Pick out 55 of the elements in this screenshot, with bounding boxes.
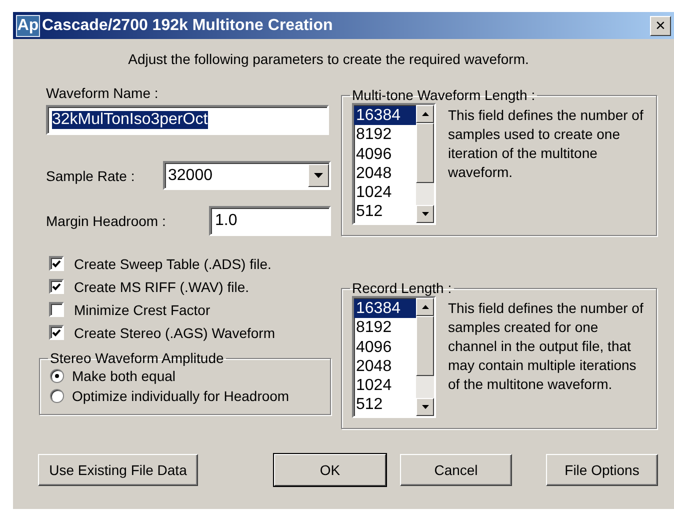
checkbox[interactable]	[49, 279, 64, 294]
checkbox[interactable]	[49, 256, 64, 271]
field-label: Margin Headroom :	[46, 213, 166, 229]
description-text: This field defines the number of samples created for one channel in the output file, that may contain multiple iterations of the multitone waveform.	[448, 299, 644, 394]
list-item[interactable]: 2048	[354, 164, 416, 184]
field-label: Sample Rate :	[46, 168, 135, 184]
checkbox-label: Create MS RIFF (.WAV) file.	[74, 278, 250, 294]
group-title: Record Length :	[351, 280, 453, 296]
list-item[interactable]: 2048	[354, 356, 416, 376]
scroll-down-icon	[422, 212, 428, 216]
group-title: Multi-tone Waveform Length :	[351, 87, 536, 103]
list-item[interactable]: 8192	[354, 318, 416, 338]
waveform-name-field[interactable]: 32kMulTonIso3perOct	[46, 105, 329, 135]
length-listbox[interactable]: 16384 8192 4096 2048 1024 512	[352, 296, 436, 418]
close-button[interactable]: ×	[650, 16, 671, 36]
checkbox-label: Minimize Crest Factor	[74, 302, 210, 318]
list-item[interactable]: 8192	[354, 125, 416, 145]
checkmark-icon	[52, 328, 61, 336]
radio-button[interactable]	[50, 389, 64, 403]
length-listbox[interactable]: 16384 8192 4096 2048 1024 512	[352, 103, 436, 225]
scrollbar[interactable]	[416, 105, 434, 223]
list-item[interactable]: 512	[354, 202, 416, 222]
checkmark-icon	[52, 282, 61, 290]
field-label: Waveform Name :	[46, 85, 160, 101]
dialog-button[interactable]: Cancel	[400, 454, 512, 486]
checkbox-label: Create Stereo (.AGS) Waveform	[74, 324, 275, 340]
dialog-button[interactable]: Use Existing File Data	[38, 454, 198, 486]
list-item[interactable]: 512	[354, 395, 416, 415]
scroll-up-icon	[422, 305, 428, 309]
dialog-button[interactable]: OK	[274, 454, 386, 486]
app-icon: Ap	[16, 14, 40, 36]
radio-label: Optimize individually for Headroom	[72, 388, 290, 404]
list-item[interactable]: 4096	[354, 338, 416, 357]
list-item[interactable]: 1024	[354, 376, 416, 396]
checkmark-icon	[52, 260, 61, 268]
description-text: This field defines the number of samples used to create one iteration of the multitone waveform.	[448, 106, 644, 182]
radio-button[interactable]	[50, 369, 64, 383]
checkbox-label: Create Sweep Table (.ADS) file.	[74, 256, 272, 272]
checkbox[interactable]	[49, 325, 64, 340]
list-item[interactable]: 16384	[354, 106, 416, 126]
list-item[interactable]: 1024	[354, 183, 416, 202]
instructions-text: Adjust the following parameters to create the required waveform.	[127, 51, 530, 69]
dropdown-arrow-icon	[314, 173, 323, 178]
dialog-button[interactable]: File Options	[546, 454, 658, 486]
list-item[interactable]: 4096	[354, 144, 416, 164]
window-title: Cascade/2700 192k Multitone Creation	[42, 16, 334, 34]
checkbox[interactable]	[49, 302, 64, 317]
list-item[interactable]: 16384	[354, 299, 416, 318]
margin-headroom-field[interactable]: 1.0	[209, 206, 331, 236]
scroll-down-icon	[422, 405, 428, 409]
group-title: Stereo Waveform Amplitude	[49, 350, 225, 366]
radio-label: Make both equal	[72, 368, 176, 384]
sample-rate-dropdown[interactable]: 32000	[163, 161, 331, 190]
scroll-up-icon	[422, 112, 428, 116]
scrollbar[interactable]	[416, 298, 434, 416]
